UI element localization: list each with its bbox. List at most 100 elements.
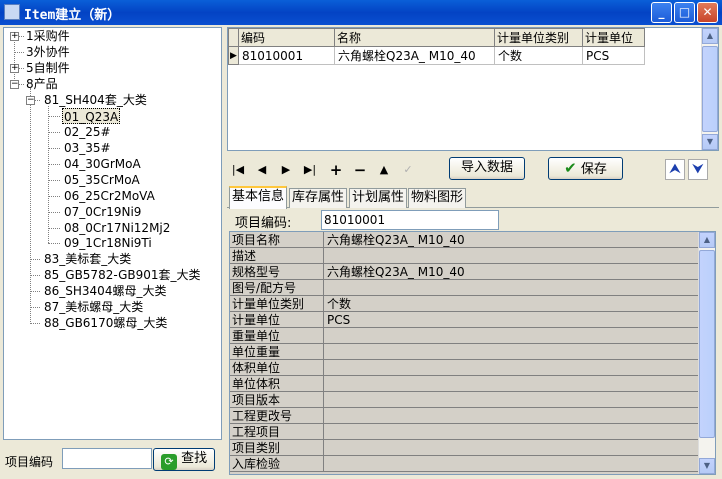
expand-icon[interactable]: + (10, 32, 19, 41)
property-row[interactable]: 单位体积 (230, 376, 700, 392)
property-value[interactable] (325, 360, 700, 376)
grid-scrollbar[interactable]: ▲ ▼ (701, 28, 718, 150)
category-tree[interactable]: + 1采购件 3外协件 + 5自制件 − 8产品 − 81_SH404套_大类 … (3, 27, 222, 440)
tree-node[interactable]: 04_30GrMoA (64, 156, 141, 172)
find-button[interactable]: ⟳ 查找 (153, 448, 215, 471)
next-record-icon[interactable]: ▶ (277, 162, 295, 178)
property-row[interactable]: 项目版本 (230, 392, 700, 408)
cell-unit[interactable]: PCS (582, 46, 645, 65)
close-icon[interactable]: ✕ (697, 2, 718, 23)
property-row[interactable]: 体积单位 (230, 360, 700, 376)
property-row[interactable]: 工程更改号 (230, 408, 700, 424)
tree-node[interactable]: 88_GB6170螺母_大类 (44, 315, 167, 331)
prev-record-icon[interactable]: ◀ (253, 162, 271, 178)
property-grid[interactable]: 项目名称 六角螺栓Q23A_ M10_40 描述 规格型号 六角螺栓Q23A_ M1… (229, 231, 716, 475)
property-row[interactable]: 入库检验 (230, 456, 700, 472)
search-bar: 项目编码 ⟳ 查找 (3, 447, 222, 475)
tree-node[interactable]: 02_25# (64, 124, 111, 140)
arrow-down-icon[interactable]: ⮟ (688, 159, 708, 180)
tree-node[interactable]: 05_35CrMoA (64, 172, 140, 188)
scroll-thumb[interactable] (699, 250, 715, 438)
tree-node[interactable]: 06_25Cr2MoVA (64, 188, 155, 204)
property-value[interactable] (325, 408, 700, 424)
table-row[interactable]: ▶ 81010001 六角螺栓Q23A_ M10_40 个数 PCS (228, 46, 645, 65)
tab-basic-info[interactable]: 基本信息 (229, 186, 288, 209)
delete-record-icon[interactable]: − (351, 162, 369, 178)
property-value[interactable]: 个数 (325, 296, 700, 312)
property-row[interactable]: 单位重量 (230, 344, 700, 360)
tree-node[interactable]: 08_0Cr17Ni12Mj2 (64, 220, 170, 236)
column-header-unit-category[interactable]: 计量单位类别 (494, 28, 583, 47)
find-button-label: 查找 (181, 451, 208, 466)
property-value[interactable] (325, 376, 700, 392)
scroll-up-icon[interactable]: ▲ (699, 232, 715, 248)
minimize-icon[interactable]: _ (651, 2, 672, 23)
tree-node[interactable]: 09_1Cr18Ni9Ti (64, 235, 152, 251)
column-header-unit[interactable]: 计量单位 (582, 28, 645, 47)
first-record-icon[interactable]: |◀ (229, 162, 247, 178)
tree-node[interactable]: 1采购件 (26, 28, 70, 44)
tree-node[interactable]: 86_SH3404螺母_大类 (44, 283, 166, 299)
window-title: Item建立（新） (24, 8, 121, 23)
maximize-icon[interactable]: □ (674, 2, 695, 23)
tree-node[interactable]: 83_美标套_大类 (44, 251, 131, 267)
post-record-icon[interactable]: ✓ (399, 162, 417, 178)
scroll-down-icon[interactable]: ▼ (699, 458, 715, 474)
property-key: 工程更改号 (230, 408, 324, 424)
property-row[interactable]: 规格型号 六角螺栓Q23A_ M10_40 (230, 264, 700, 280)
property-value[interactable] (325, 440, 700, 456)
last-record-icon[interactable]: ▶| (301, 162, 319, 178)
scroll-down-icon[interactable]: ▼ (702, 134, 718, 150)
scroll-thumb[interactable] (702, 46, 718, 132)
save-button[interactable]: ✔ 保存 (548, 157, 623, 180)
property-row[interactable]: 计量单位类别 个数 (230, 296, 700, 312)
import-data-button[interactable]: 导入数据 (449, 157, 525, 180)
edit-record-icon[interactable]: ▲ (375, 162, 393, 178)
tree-node[interactable]: 07_0Cr19Ni9 (64, 204, 141, 220)
item-grid[interactable]: 编码 名称 计量单位类别 计量单位 ▶ 81010001 六角螺栓Q23A_ M… (227, 27, 719, 151)
tree-node[interactable]: 85_GB5782-GB901套_大类 (44, 267, 201, 283)
tree-node[interactable]: 5自制件 (26, 60, 70, 76)
collapse-icon[interactable]: − (10, 80, 19, 89)
tree-node-selected[interactable]: 01_Q23A (62, 108, 121, 124)
property-key: 计量单位 (230, 312, 324, 328)
property-key: 计量单位类别 (230, 296, 324, 312)
cell-unit-category[interactable]: 个数 (494, 46, 583, 65)
property-value[interactable]: PCS (325, 312, 700, 328)
property-value[interactable] (325, 392, 700, 408)
tab-planning[interactable]: 计划属性 (349, 188, 408, 208)
arrow-up-icon[interactable]: ⮝ (665, 159, 685, 180)
property-row[interactable]: 描述 (230, 248, 700, 264)
property-value[interactable]: 六角螺栓Q23A_ M10_40 (325, 232, 700, 248)
cell-name[interactable]: 六角螺栓Q23A_ M10_40 (334, 46, 495, 65)
item-code-input[interactable] (321, 210, 499, 230)
column-header-name[interactable]: 名称 (334, 28, 495, 47)
property-row[interactable]: 计量单位 PCS (230, 312, 700, 328)
item-code-search-input[interactable] (62, 448, 152, 469)
add-record-icon[interactable]: + (327, 162, 345, 178)
tab-item-graphic[interactable]: 物料图形 (408, 188, 467, 208)
property-value[interactable] (325, 328, 700, 344)
property-row[interactable]: 图号/配方号 (230, 280, 700, 296)
property-value[interactable] (325, 424, 700, 440)
scroll-up-icon[interactable]: ▲ (702, 28, 718, 44)
property-row[interactable]: 项目类别 (230, 440, 700, 456)
property-scrollbar[interactable]: ▲ ▼ (698, 232, 715, 474)
tab-inventory[interactable]: 库存属性 (289, 188, 348, 208)
property-value[interactable] (325, 248, 700, 264)
property-value[interactable]: 六角螺栓Q23A_ M10_40 (325, 264, 700, 280)
property-row[interactable]: 项目名称 六角螺栓Q23A_ M10_40 (230, 232, 700, 248)
tree-node[interactable]: 03_35# (64, 140, 111, 156)
tree-node[interactable]: 81_SH404套_大类 (44, 92, 147, 108)
cell-code[interactable]: 81010001 (238, 46, 335, 65)
property-value[interactable] (325, 280, 700, 296)
property-row[interactable]: 重量单位 (230, 328, 700, 344)
tree-node[interactable]: 3外协件 (26, 44, 70, 60)
collapse-icon[interactable]: − (26, 96, 35, 105)
column-header-code[interactable]: 编码 (238, 28, 335, 47)
expand-icon[interactable]: + (10, 64, 19, 73)
property-value[interactable] (325, 344, 700, 360)
property-row[interactable]: 工程项目 (230, 424, 700, 440)
tree-node[interactable]: 87_美标螺母_大类 (44, 299, 143, 315)
property-value[interactable] (325, 456, 700, 472)
